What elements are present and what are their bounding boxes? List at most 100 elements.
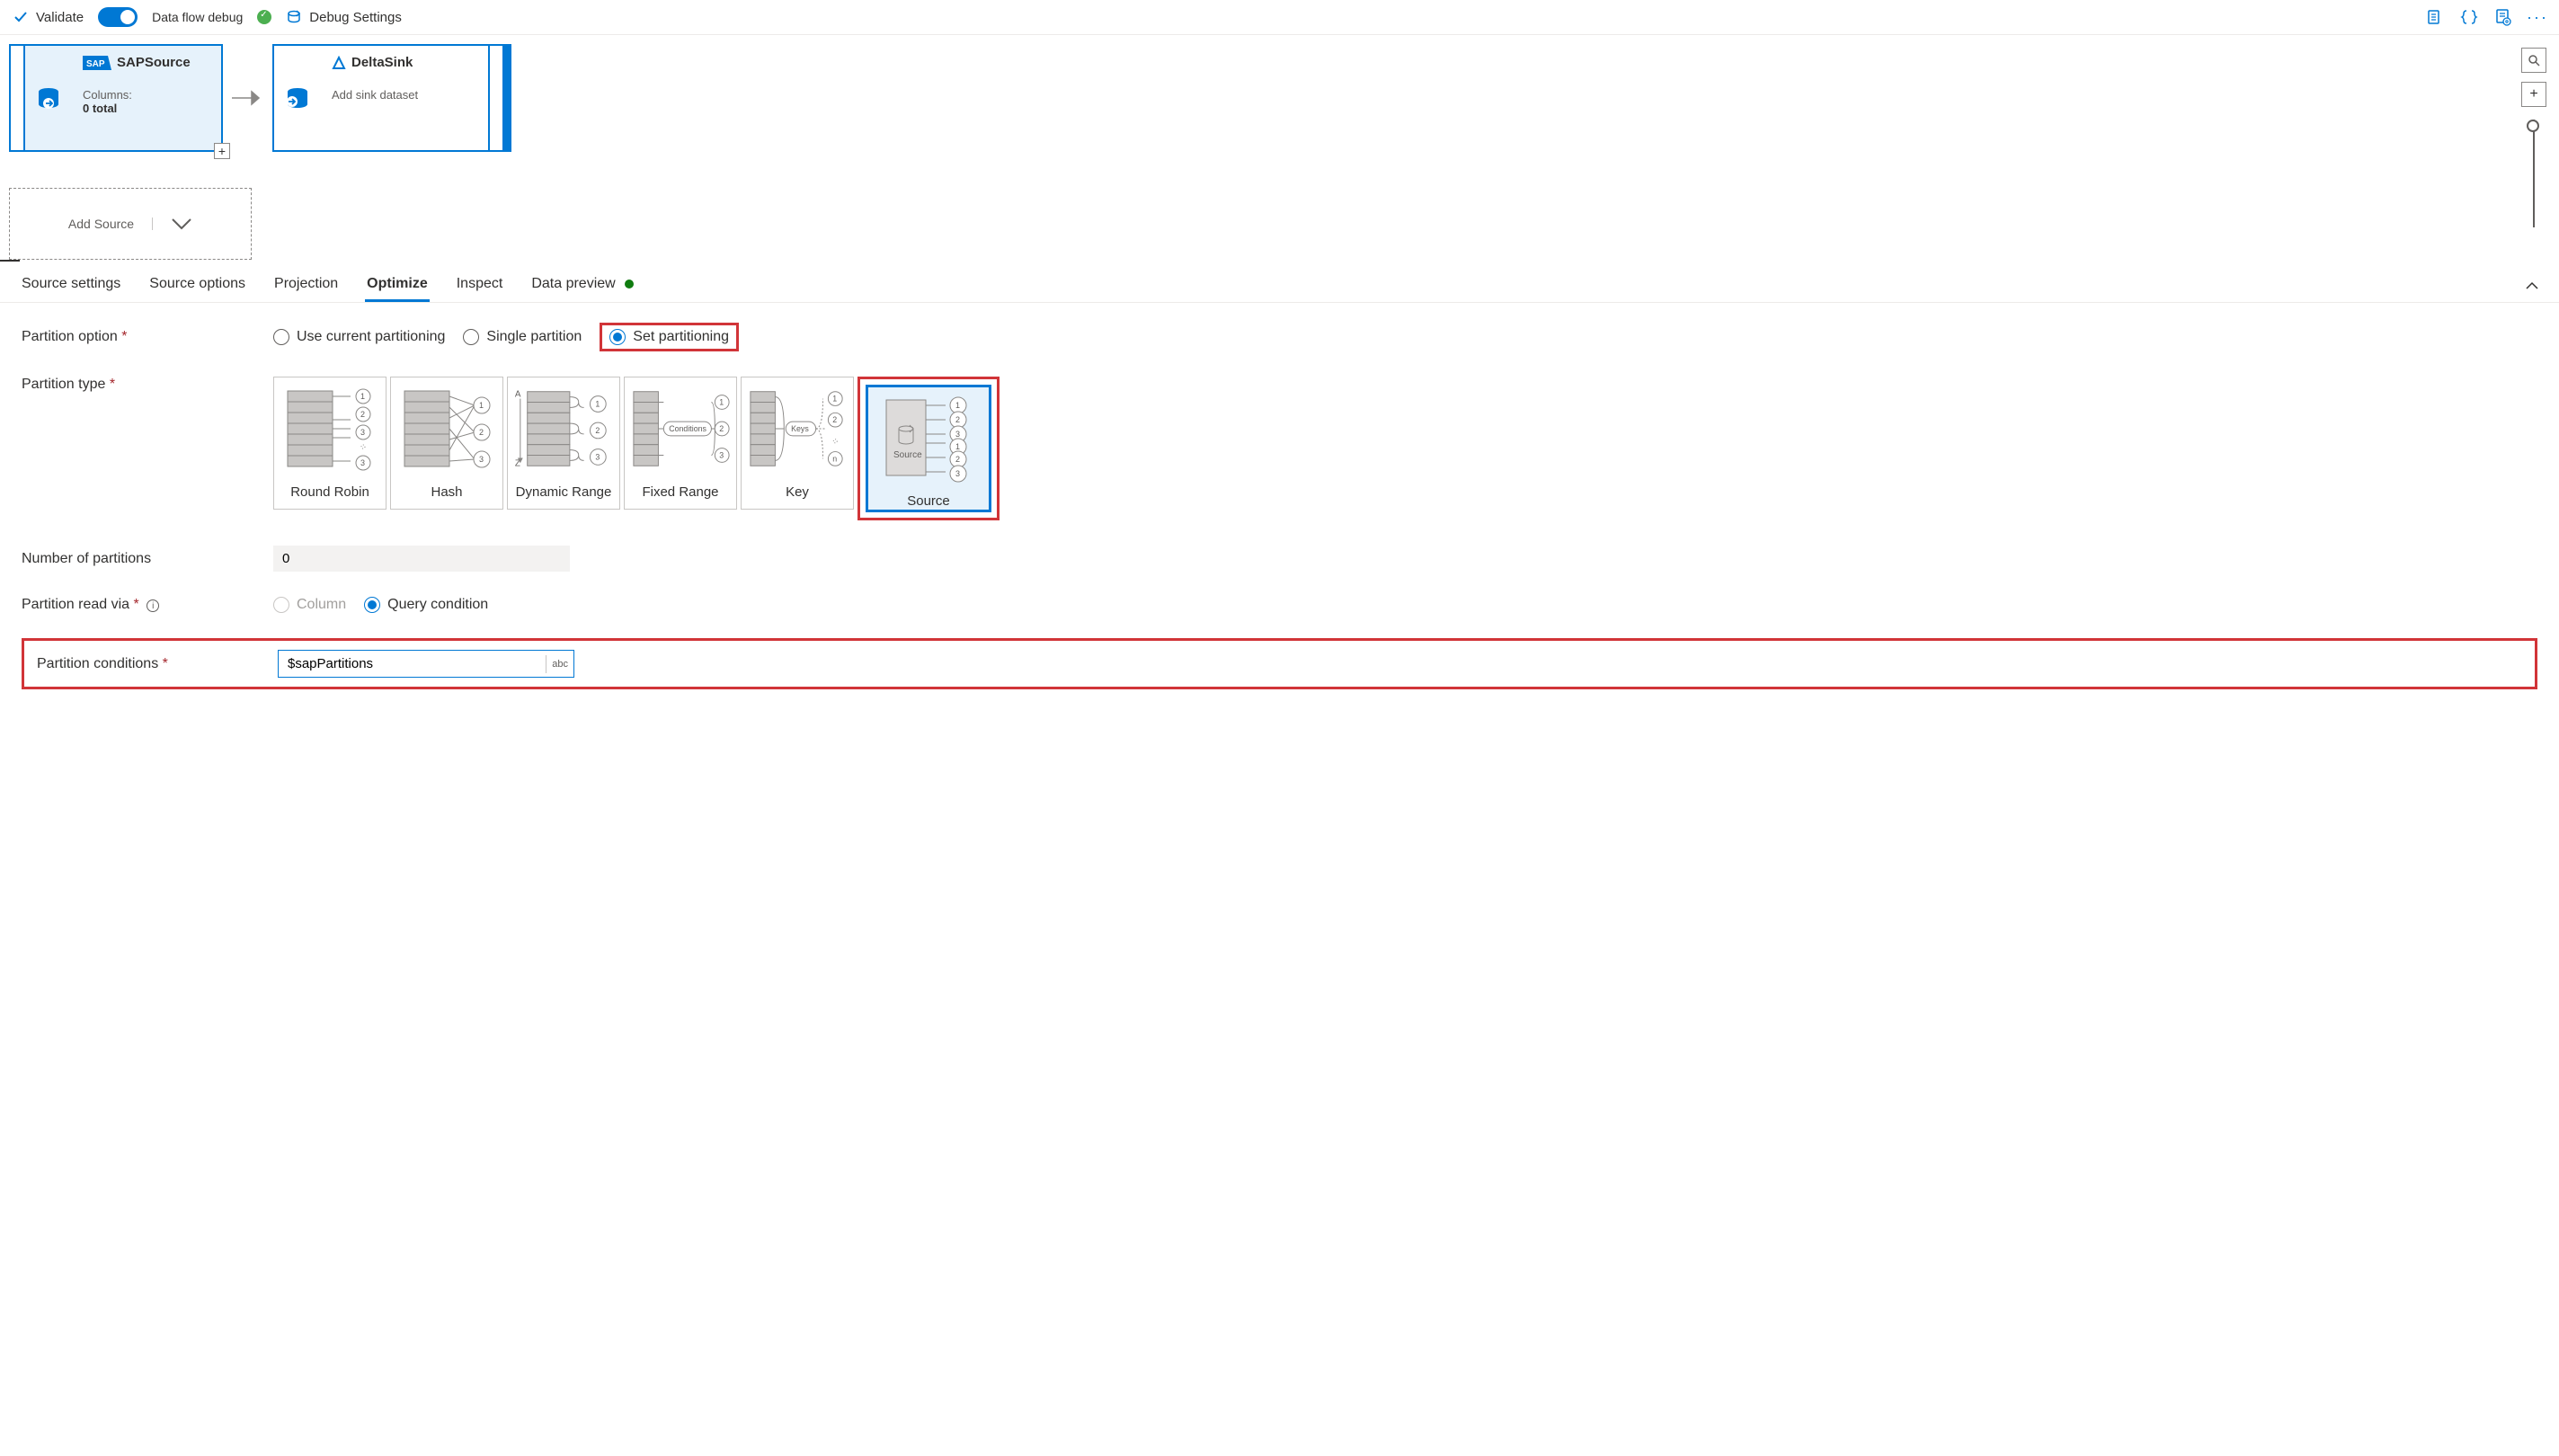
svg-text:3: 3 <box>360 428 365 437</box>
conditions-label: Partition conditions * <box>37 656 278 672</box>
sink-node[interactable]: DeltaSink Add sink dataset <box>272 44 511 152</box>
ptype-hash[interactable]: 1 2 3 Hash <box>390 377 503 510</box>
ptype-round-robin-label: Round Robin <box>290 479 369 509</box>
num-partitions-input[interactable] <box>273 546 570 572</box>
round-robin-icon: 1 2 3 3 <box>274 377 386 479</box>
svg-text:2: 2 <box>479 428 484 437</box>
highlight-ptype-source: Source 1 2 3 1 2 3 Source <box>857 377 1000 520</box>
svg-text:SAP: SAP <box>86 59 105 69</box>
ptype-key-label: Key <box>786 479 809 509</box>
svg-text:3: 3 <box>479 455 484 464</box>
ptype-hash-label: Hash <box>431 479 462 509</box>
dynamic-range-icon: AZ 123 <box>508 377 619 479</box>
hash-icon: 1 2 3 <box>391 377 502 479</box>
zoom-slider-knob[interactable] <box>2527 120 2539 132</box>
radio-read-column-label: Column <box>297 597 346 613</box>
fixed-range-icon: Conditions 1 2 3 <box>625 377 736 479</box>
ptype-fixed-range[interactable]: Conditions 1 2 3 Fixed Range <box>624 377 737 510</box>
ptype-key[interactable]: Keys 12n Key <box>741 377 854 510</box>
database-out-icon <box>33 84 60 112</box>
tab-data-preview[interactable]: Data preview <box>529 269 635 302</box>
ptype-round-robin[interactable]: 1 2 3 3 Round Robin <box>273 377 387 510</box>
zoom-in-button[interactable]: + <box>2521 82 2546 107</box>
toolbar-right: ··· <box>2426 8 2546 26</box>
sap-logo-icon: SAP <box>83 56 111 70</box>
connector-arrow-icon <box>232 44 263 152</box>
tab-optimize[interactable]: Optimize <box>365 269 430 302</box>
radio-use-current[interactable]: Use current partitioning <box>273 329 445 345</box>
svg-text:n: n <box>832 454 837 463</box>
svg-text:1: 1 <box>479 401 484 410</box>
search-canvas-button[interactable] <box>2521 48 2546 73</box>
expression-builder-button[interactable]: abc <box>546 655 573 673</box>
source-node-title: SAPSource <box>117 55 191 70</box>
radio-single-partition[interactable]: Single partition <box>463 329 582 345</box>
radio-set-partitioning[interactable]: Set partitioning <box>609 329 729 345</box>
svg-text:2: 2 <box>955 415 960 424</box>
tab-data-preview-label: Data preview <box>531 276 615 291</box>
debug-settings-label: Debug Settings <box>309 10 402 25</box>
svg-text:2: 2 <box>955 455 960 464</box>
ptype-dynamic-range[interactable]: AZ 123 Dynamic Range <box>507 377 620 510</box>
tab-source-options[interactable]: Source options <box>147 269 247 302</box>
ptype-source-label: Source <box>907 488 950 518</box>
debug-toggle[interactable] <box>98 7 138 27</box>
more-icon[interactable]: ··· <box>2528 8 2546 26</box>
settings-doc-icon[interactable] <box>2494 8 2512 26</box>
ptype-source[interactable]: Source 123123 Source <box>866 385 991 512</box>
optimize-form: Partition option * Use current partition… <box>0 303 2559 709</box>
source-node[interactable]: SAP SAPSource Columns: 0 total + <box>9 44 223 152</box>
radio-set-label: Set partitioning <box>633 329 729 345</box>
canvas-tools: + <box>2521 48 2546 227</box>
dataflow-canvas[interactable]: SAP SAPSource Columns: 0 total + <box>0 35 2559 260</box>
highlight-partition-conditions: Partition conditions * abc <box>22 638 2537 689</box>
sink-node-title: DeltaSink <box>351 55 413 70</box>
validate-label: Validate <box>36 10 84 25</box>
svg-text:3: 3 <box>595 452 600 461</box>
conditions-input[interactable] <box>279 651 546 677</box>
svg-text:3: 3 <box>955 469 960 478</box>
delta-icon <box>332 56 346 70</box>
partition-type-cards: 1 2 3 3 Round Robin 1 2 3 Hash <box>273 377 1000 520</box>
add-source-button[interactable]: Add Source <box>9 188 252 260</box>
radio-read-query[interactable]: Query condition <box>364 597 488 613</box>
tab-inspect[interactable]: Inspect <box>455 269 505 302</box>
check-icon <box>13 9 29 25</box>
zoom-slider[interactable] <box>2533 120 2535 227</box>
code-braces-icon[interactable] <box>2460 8 2478 26</box>
svg-text:1: 1 <box>719 397 724 406</box>
validate-button[interactable]: Validate <box>13 9 84 25</box>
debug-label: Data flow debug <box>152 10 243 24</box>
svg-text:3: 3 <box>955 430 960 439</box>
debug-settings-icon <box>286 9 302 25</box>
partition-option-label: Partition option * <box>22 329 273 345</box>
read-via-label: Partition read via * i <box>22 597 273 613</box>
svg-text:2: 2 <box>360 410 365 419</box>
collapse-panel-button[interactable] <box>2525 281 2539 290</box>
info-icon[interactable]: i <box>147 599 159 612</box>
svg-text:2: 2 <box>832 415 837 424</box>
toggle-knob <box>120 10 135 24</box>
ptype-fixed-range-label: Fixed Range <box>642 479 718 509</box>
svg-text:3: 3 <box>719 450 724 459</box>
preview-status-dot-icon <box>625 280 634 289</box>
columns-label: Columns: <box>83 88 132 102</box>
add-step-button[interactable]: + <box>214 143 230 159</box>
svg-text:1: 1 <box>955 401 960 410</box>
tab-projection[interactable]: Projection <box>272 269 340 302</box>
tab-source-settings[interactable]: Source settings <box>20 269 122 302</box>
svg-text:Conditions: Conditions <box>669 423 706 432</box>
svg-text:1: 1 <box>955 442 960 451</box>
svg-text:A: A <box>515 389 521 399</box>
svg-text:1: 1 <box>360 392 365 401</box>
svg-text:Z: Z <box>515 458 520 468</box>
svg-text:2: 2 <box>719 423 724 432</box>
svg-text:3: 3 <box>360 458 365 467</box>
debug-settings-button[interactable]: Debug Settings <box>286 9 402 25</box>
tabs-bar: Source settings Source options Projectio… <box>0 263 2559 303</box>
database-in-icon <box>282 84 309 112</box>
radio-single-label: Single partition <box>486 329 582 345</box>
script-icon[interactable] <box>2426 8 2444 26</box>
svg-text:Source: Source <box>893 450 922 460</box>
radio-use-current-label: Use current partitioning <box>297 329 445 345</box>
